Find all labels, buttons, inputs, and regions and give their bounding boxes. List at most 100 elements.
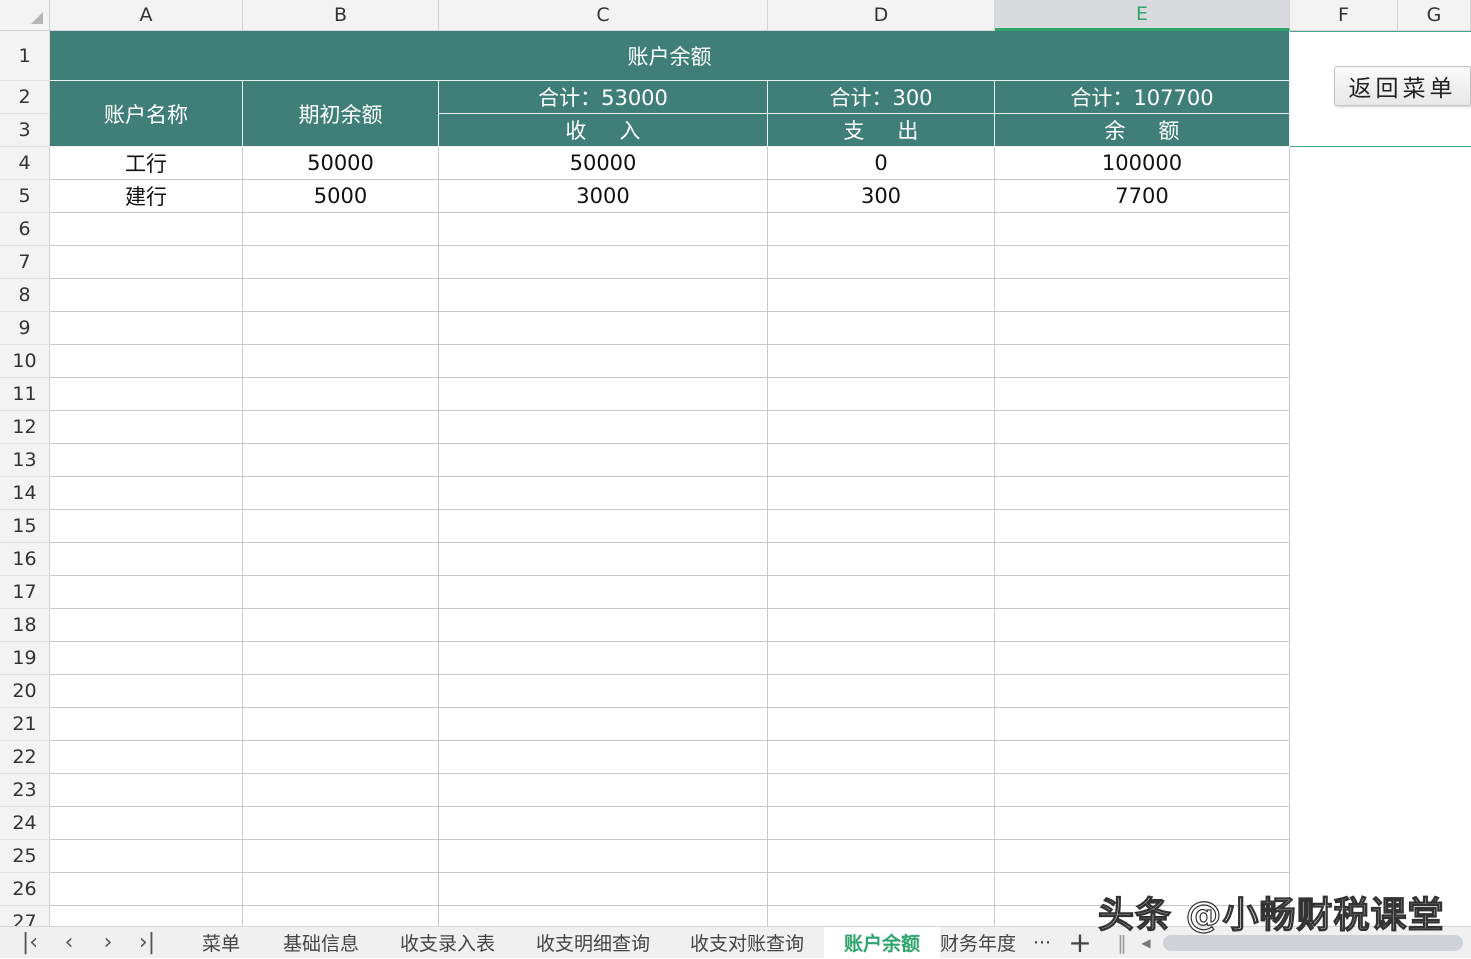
empty-cell[interactable]: [243, 477, 439, 510]
header-expense[interactable]: 支 出: [768, 114, 995, 147]
row-header[interactable]: 16: [0, 543, 50, 576]
empty-cell[interactable]: [768, 246, 995, 279]
empty-cell[interactable]: [439, 246, 768, 279]
row-header[interactable]: 24: [0, 807, 50, 840]
row-header[interactable]: 12: [0, 411, 50, 444]
empty-cell[interactable]: [50, 906, 243, 926]
tab-detail-query[interactable]: 收支明细查询: [522, 927, 664, 958]
empty-cell[interactable]: [50, 378, 243, 411]
cell-income[interactable]: 50000: [439, 147, 768, 180]
empty-cell[interactable]: [439, 312, 768, 345]
empty-cell[interactable]: [439, 345, 768, 378]
first-sheet-icon[interactable]: |‹: [15, 927, 45, 958]
empty-cell[interactable]: [439, 576, 768, 609]
empty-cell[interactable]: [768, 378, 995, 411]
empty-cell[interactable]: [439, 840, 768, 873]
row-header[interactable]: 3: [0, 114, 50, 147]
empty-cell[interactable]: [243, 642, 439, 675]
column-header-c[interactable]: C: [439, 0, 768, 31]
add-sheet-icon[interactable]: +: [1064, 926, 1096, 959]
return-menu-button[interactable]: 返回菜单: [1334, 66, 1471, 106]
row-header[interactable]: 1: [0, 31, 50, 81]
row-header[interactable]: 4: [0, 147, 50, 180]
empty-cell[interactable]: [243, 213, 439, 246]
empty-cell[interactable]: [50, 279, 243, 312]
empty-cell[interactable]: [439, 906, 768, 926]
empty-cell[interactable]: [439, 774, 768, 807]
empty-cell[interactable]: [50, 609, 243, 642]
empty-cell[interactable]: [768, 609, 995, 642]
select-all-corner[interactable]: [0, 0, 50, 31]
empty-cell[interactable]: [995, 378, 1290, 411]
column-header-d[interactable]: D: [768, 0, 995, 31]
column-header-g[interactable]: G: [1398, 0, 1471, 31]
row-header[interactable]: 15: [0, 510, 50, 543]
row-header[interactable]: 7: [0, 246, 50, 279]
empty-cell[interactable]: [995, 477, 1290, 510]
empty-cell[interactable]: [768, 213, 995, 246]
row-header[interactable]: 27: [0, 906, 50, 926]
empty-cell[interactable]: [243, 279, 439, 312]
row-header[interactable]: 5: [0, 180, 50, 213]
total-expense[interactable]: 合计：300: [768, 81, 995, 114]
empty-cell[interactable]: [243, 345, 439, 378]
tab-basic-info[interactable]: 基础信息: [270, 927, 372, 958]
cell-income[interactable]: 3000: [439, 180, 768, 213]
empty-cell[interactable]: [768, 411, 995, 444]
row-header[interactable]: 11: [0, 378, 50, 411]
empty-cell[interactable]: [439, 510, 768, 543]
empty-cell[interactable]: [243, 840, 439, 873]
empty-cell[interactable]: [995, 444, 1290, 477]
empty-cell[interactable]: [50, 411, 243, 444]
header-income[interactable]: 收 入: [439, 114, 768, 147]
total-balance[interactable]: 合计：107700: [995, 81, 1290, 114]
empty-cell[interactable]: [768, 279, 995, 312]
tab-fiscal-year[interactable]: 财务年度: [940, 927, 1016, 958]
empty-cell[interactable]: [50, 774, 243, 807]
empty-cell[interactable]: [50, 741, 243, 774]
empty-cell[interactable]: [439, 609, 768, 642]
cell-account[interactable]: 建行: [50, 180, 243, 213]
empty-cell[interactable]: [50, 543, 243, 576]
sheet-title[interactable]: 账户余额: [50, 31, 1290, 81]
empty-cell[interactable]: [439, 807, 768, 840]
empty-cell[interactable]: [995, 807, 1290, 840]
empty-cell[interactable]: [50, 444, 243, 477]
empty-cell[interactable]: [243, 411, 439, 444]
empty-cell[interactable]: [995, 609, 1290, 642]
empty-cell[interactable]: [995, 543, 1290, 576]
empty-cell[interactable]: [768, 906, 995, 926]
empty-cell[interactable]: [995, 510, 1290, 543]
empty-cell[interactable]: [768, 708, 995, 741]
empty-cell[interactable]: [995, 279, 1290, 312]
empty-cell[interactable]: [243, 873, 439, 906]
empty-cell[interactable]: [50, 213, 243, 246]
prev-sheet-icon[interactable]: ‹: [54, 927, 84, 958]
header-opening-balance[interactable]: 期初余额: [243, 81, 439, 147]
empty-cell[interactable]: [243, 675, 439, 708]
empty-cell[interactable]: [995, 741, 1290, 774]
empty-cell[interactable]: [768, 576, 995, 609]
empty-cell[interactable]: [995, 576, 1290, 609]
empty-cell[interactable]: [439, 675, 768, 708]
empty-cell[interactable]: [243, 543, 439, 576]
empty-cell[interactable]: [768, 774, 995, 807]
empty-cell[interactable]: [243, 774, 439, 807]
empty-cell[interactable]: [50, 675, 243, 708]
empty-cell[interactable]: [995, 840, 1290, 873]
row-header[interactable]: 25: [0, 840, 50, 873]
empty-cell[interactable]: [995, 642, 1290, 675]
empty-cell[interactable]: [439, 741, 768, 774]
empty-cell[interactable]: [243, 510, 439, 543]
empty-cell[interactable]: [243, 807, 439, 840]
empty-cell[interactable]: [768, 543, 995, 576]
empty-cell[interactable]: [439, 411, 768, 444]
row-header[interactable]: 13: [0, 444, 50, 477]
empty-cell[interactable]: [995, 708, 1290, 741]
empty-cell[interactable]: [995, 213, 1290, 246]
empty-cell[interactable]: [243, 708, 439, 741]
empty-cell[interactable]: [50, 312, 243, 345]
empty-cell[interactable]: [50, 477, 243, 510]
row-header[interactable]: 14: [0, 477, 50, 510]
row-header[interactable]: 2: [0, 81, 50, 114]
